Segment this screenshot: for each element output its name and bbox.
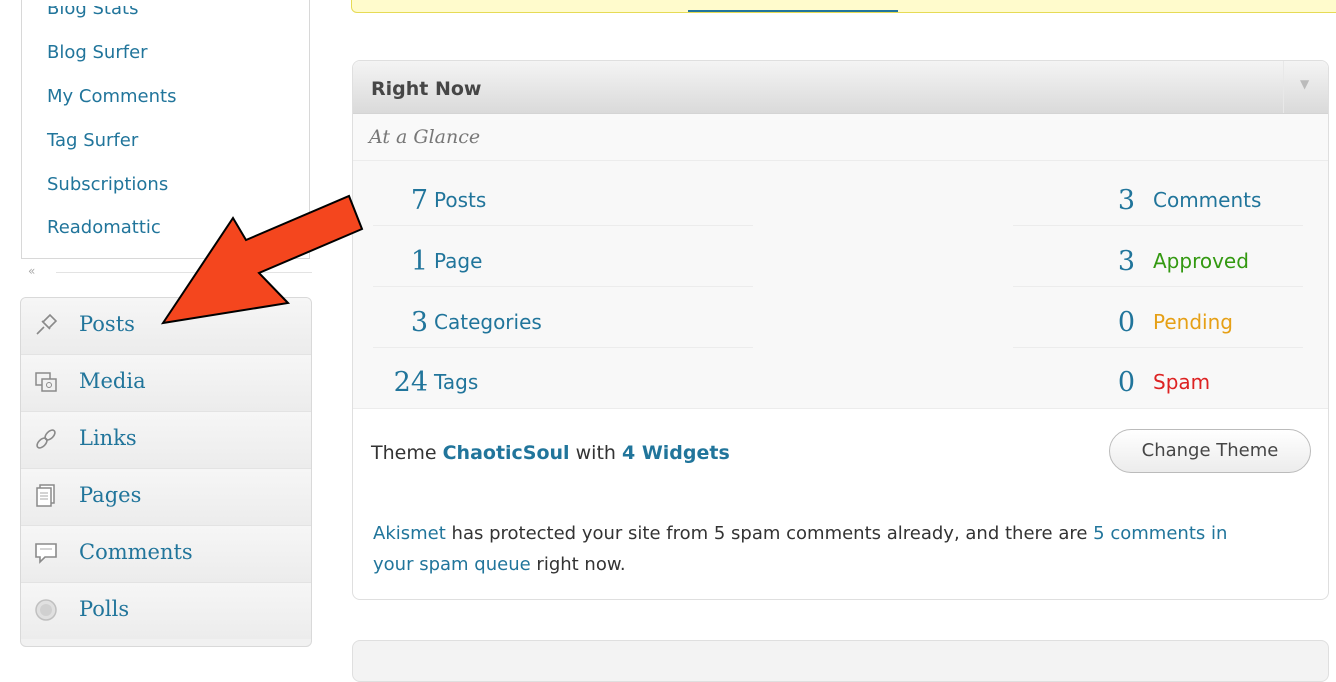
red-arrow-shape bbox=[160, 194, 364, 325]
annotation-arrow bbox=[160, 194, 364, 325]
